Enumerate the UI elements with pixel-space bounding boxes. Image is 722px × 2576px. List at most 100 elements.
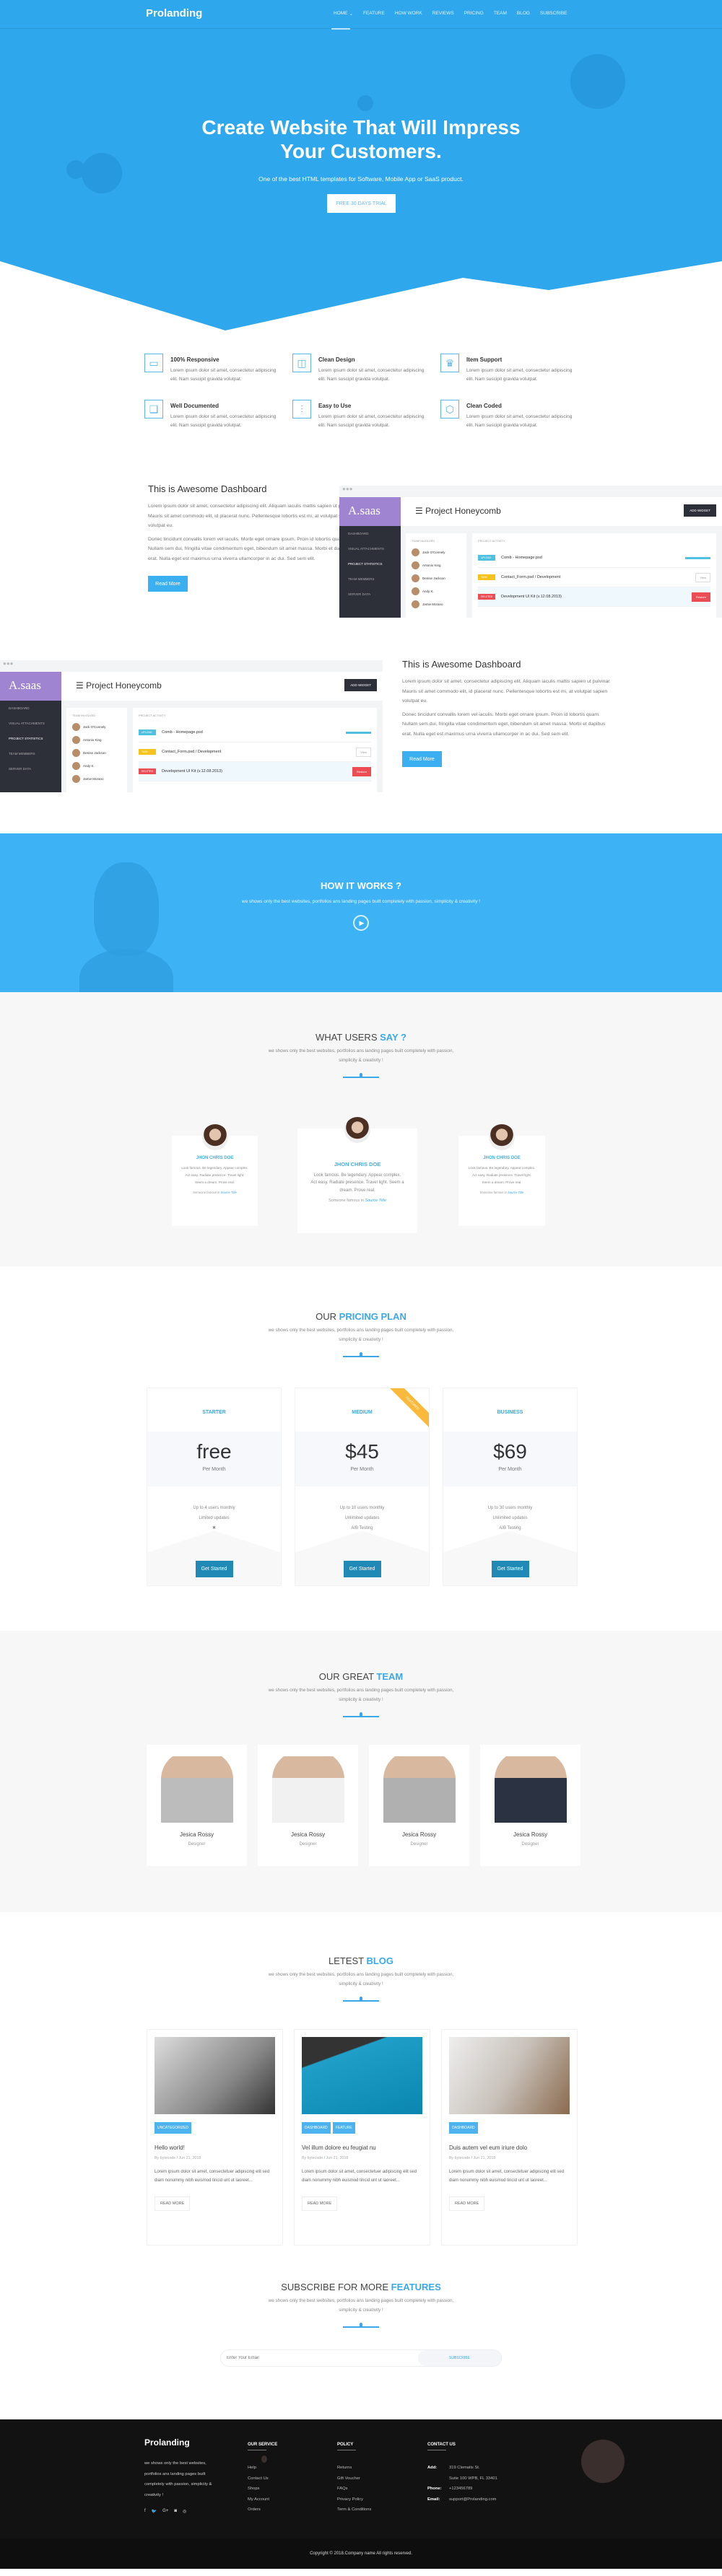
chevron-down-icon[interactable]: ⌄ <box>349 11 353 17</box>
footer-link[interactable]: Contact Us <box>248 2474 277 2484</box>
blog-tag[interactable]: FEATURE <box>332 2121 355 2134</box>
blog-meta: By bytecode / Jun 21, 2018 <box>302 2155 349 2160</box>
instagram-icon[interactable]: ◙ <box>174 2509 177 2514</box>
plan-price: $45 <box>345 1440 379 1463</box>
text: OUR GREAT <box>318 1671 377 1682</box>
blog-excerpt: Lorem ipsum dolor sit amet, consectetuer… <box>449 2169 565 2183</box>
blog-tag[interactable]: DASHBOARD <box>302 2121 331 2134</box>
section-title: WHAT USERS SAY ? <box>0 1032 722 1043</box>
person-photo <box>94 862 159 956</box>
nav-item-pricing[interactable]: PRICING <box>464 11 484 17</box>
nav-item-subscribe[interactable]: SUBSCRIBE <box>540 11 567 17</box>
team-card: Jesica Rossy Designer <box>258 1744 358 1866</box>
nav-item-blog[interactable]: BLOG <box>517 11 530 17</box>
source-link[interactable]: Source Title <box>508 1191 523 1194</box>
feature-title: 100% Responsive <box>170 356 219 363</box>
dashboard-title: This is Awesome Dashboard <box>402 659 521 670</box>
feature-title: Clean Design <box>318 356 355 363</box>
section-title: LETEST BLOG <box>0 1955 722 1966</box>
read-more-button[interactable]: READ MORE <box>302 2196 338 2211</box>
section-subtitle: we shows only the best websites, portfol… <box>268 1328 454 1342</box>
member-name: Antonio King <box>422 564 441 567</box>
activity-tag: TASK <box>478 574 495 580</box>
plan-name: BUSINESS <box>497 1409 523 1415</box>
team-panel: TEAM INVOLVED Jack O'Connely Antonio King D… <box>66 708 127 792</box>
blog-image[interactable] <box>302 2036 422 2114</box>
get-started-button[interactable]: Get Started <box>491 1560 529 1577</box>
footer-link[interactable]: Privacy Policy <box>337 2494 371 2505</box>
mock-menu-item: SERVER DATA <box>348 592 371 596</box>
divider-icon <box>343 1353 379 1357</box>
member-name: Denise Jackson <box>422 577 445 580</box>
nav-item-how-work[interactable]: HOW WORK <box>395 11 422 17</box>
mock-brand: A.saas <box>339 497 401 526</box>
footer-link[interactable]: FAQs <box>337 2484 371 2494</box>
footer-link[interactable]: Help <box>248 2463 277 2474</box>
feature-item: ⬡ Clean Coded Lorem ipsum dolor sit amet, … <box>440 400 588 430</box>
panel-label: TEAM INVOLVED <box>72 714 96 717</box>
source-link[interactable]: Source Title <box>221 1191 237 1194</box>
nav-item-team[interactable]: TEAM <box>494 11 507 17</box>
bubble-decoration <box>357 95 373 111</box>
play-icon[interactable]: ▶ <box>353 915 369 931</box>
read-more-button[interactable]: Read More <box>402 751 442 767</box>
activity-file: Contact_Form.psd / Development <box>162 750 222 754</box>
footer-link[interactable]: My Account <box>248 2494 277 2505</box>
layout-icon: ◫ <box>292 354 311 372</box>
get-started-button[interactable]: Get Started <box>195 1560 233 1577</box>
read-more-button[interactable]: READ MORE <box>449 2196 485 2211</box>
add-widget-button: ADD WIDGET <box>344 679 377 691</box>
blog-image[interactable] <box>449 2036 570 2114</box>
nav-item-reviews[interactable]: REVIEWS <box>432 11 454 17</box>
avatar <box>72 775 80 783</box>
restore-button: Restore <box>691 592 710 602</box>
nav-item-home[interactable]: HOME <box>331 11 349 30</box>
text: OUR <box>316 1311 339 1322</box>
footer-link[interactable]: Gift Voucher <box>337 2474 371 2484</box>
member-name: Jack O'Connely <box>83 725 106 729</box>
footer-logo[interactable]: Prolanding <box>144 2437 220 2448</box>
blog-tag[interactable]: DASHBOARD <box>449 2121 478 2134</box>
mock-menu-item: SERVER DATA <box>9 767 32 771</box>
box-icon: ⬡ <box>440 400 459 419</box>
footer-link[interactable]: Returns <box>337 2463 371 2474</box>
subscribe-button[interactable]: SUBSCRIBE <box>418 2349 501 2366</box>
free-trial-button[interactable]: FREE 30 DAYS TRIAL <box>327 194 396 213</box>
activity-file: Comb - Homepage.psd <box>501 556 542 560</box>
read-more-button[interactable]: Read More <box>148 576 188 592</box>
nav-item-feature[interactable]: FEATURE <box>363 11 385 17</box>
text: Jun 21, 2018 <box>178 2155 201 2160</box>
blog-image[interactable] <box>155 2036 275 2114</box>
twitter-icon[interactable]: 🐦 <box>152 2509 157 2514</box>
testimonial-card: JHON CHRIS DOE Look famous. Be legendary.… <box>458 1123 545 1226</box>
read-more-button[interactable]: READ MORE <box>155 2196 191 2211</box>
feature-text: Lorem ipsum dolor sit amet, consectetur … <box>170 368 277 382</box>
blog-title[interactable]: Vel illum dolore eu feugiat nu <box>302 2145 422 2151</box>
text: LETEST <box>328 1955 367 1966</box>
get-started-button[interactable]: Get Started <box>343 1560 381 1577</box>
footer-link[interactable]: Orders <box>248 2505 277 2515</box>
feature-title: Well Documented <box>170 403 219 409</box>
blog-title[interactable]: Duis autem vel eum iriure dolo <box>449 2145 570 2151</box>
section-subtitle: we shows only the best websites, portfol… <box>268 1688 454 1702</box>
blog-excerpt: Lorem ipsum dolor sit amet, consectetuer… <box>302 2169 417 2183</box>
mock-sidebar: A.saas DASHBOARD VISUAL ATTACHMENTS PROJECT… <box>0 672 61 792</box>
blog-title[interactable]: Hello world! <box>155 2145 275 2151</box>
pinterest-icon[interactable]: ◎ <box>183 2509 186 2514</box>
footer-link[interactable]: Term & Conditions <box>337 2505 371 2515</box>
footer-link[interactable]: Shops <box>248 2484 277 2494</box>
google-plus-icon[interactable]: G+ <box>162 2509 168 2514</box>
section-title: OUR PRICING PLAN <box>0 1311 722 1322</box>
member-role: Designer <box>188 1841 206 1846</box>
dashboard-mockup: ●●● A.saas DASHBOARD VISUAL ATTACHMENTS PROJ… <box>0 660 383 792</box>
logo[interactable]: Prolanding <box>146 7 202 19</box>
text: By bytecode <box>449 2155 471 2160</box>
facebook-icon[interactable]: f <box>144 2509 146 2514</box>
text: Someone famous in <box>329 1199 365 1203</box>
source-link[interactable]: Source Title <box>365 1199 386 1203</box>
email-input[interactable] <box>221 2349 418 2366</box>
avatar <box>72 762 80 770</box>
member-photo <box>494 1750 567 1823</box>
blog-tag[interactable]: UNCATEGORIZED <box>155 2121 191 2134</box>
email-link[interactable]: support@Prolanding.com <box>449 2494 497 2505</box>
